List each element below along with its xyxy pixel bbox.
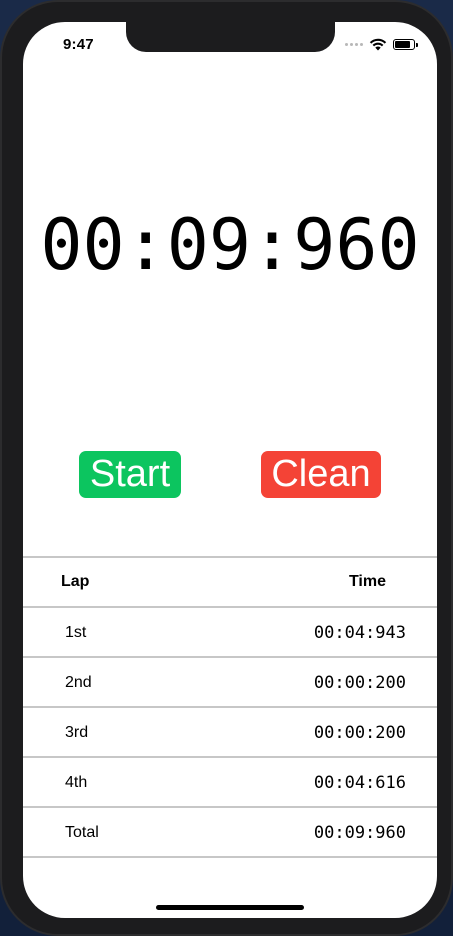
lap-label: 3rd bbox=[65, 724, 89, 741]
total-label: Total bbox=[65, 824, 99, 841]
table-row[interactable]: 3rd 00:00:200 bbox=[23, 706, 437, 756]
clean-button[interactable]: Clean bbox=[261, 451, 381, 498]
lap-table: Lap Time 1st 00:04:943 2nd 00:00:200 3rd… bbox=[23, 556, 437, 858]
signal-icon bbox=[345, 43, 363, 46]
lap-label: 1st bbox=[65, 624, 87, 641]
stopwatch-display: 00:09:960 bbox=[40, 204, 420, 286]
app-screen: 9:47 00:09:960 Start Clean Lap Time 1st … bbox=[23, 22, 437, 918]
battery-icon bbox=[393, 39, 418, 50]
lap-time: 00:00:200 bbox=[313, 723, 406, 743]
lap-time: 00:04:616 bbox=[313, 773, 406, 793]
lap-time: 00:04:943 bbox=[313, 623, 406, 643]
status-icons bbox=[345, 38, 418, 51]
lap-label: 4th bbox=[65, 774, 88, 791]
total-time: 00:09:960 bbox=[313, 823, 406, 843]
start-button[interactable]: Start bbox=[79, 451, 181, 498]
lap-column-header: Lap bbox=[61, 573, 90, 590]
table-row[interactable]: 2nd 00:00:200 bbox=[23, 656, 437, 706]
time-column-header: Time bbox=[348, 573, 386, 590]
wifi-icon bbox=[369, 38, 387, 51]
status-time: 9:47 bbox=[63, 36, 94, 53]
lap-label: 2nd bbox=[65, 674, 92, 691]
lap-table-header: Lap Time bbox=[23, 556, 437, 606]
notch bbox=[126, 22, 335, 52]
home-indicator[interactable] bbox=[156, 905, 304, 910]
table-row-total[interactable]: Total 00:09:960 bbox=[23, 806, 437, 858]
table-row[interactable]: 4th 00:04:616 bbox=[23, 756, 437, 806]
phone-frame: 9:47 00:09:960 Start Clean Lap Time 1st … bbox=[0, 0, 453, 936]
lap-time: 00:00:200 bbox=[313, 673, 406, 693]
table-row[interactable]: 1st 00:04:943 bbox=[23, 606, 437, 656]
